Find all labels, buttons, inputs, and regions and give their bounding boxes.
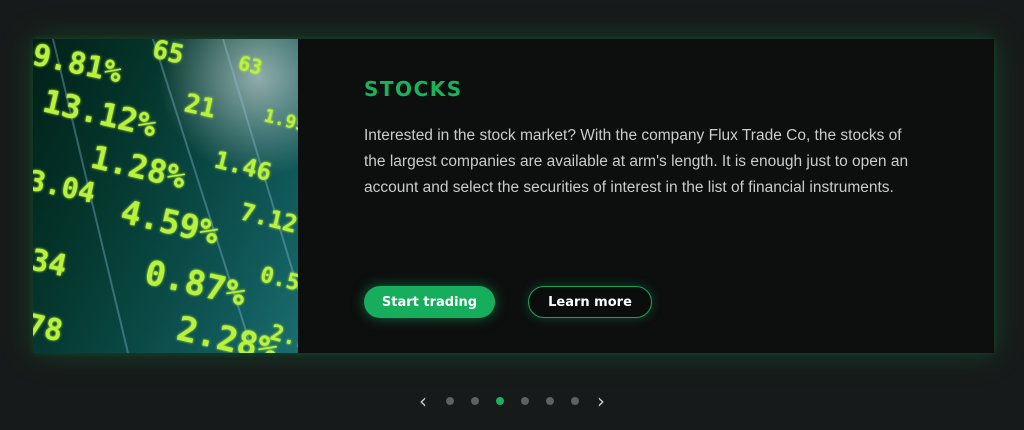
ticker-figure: 7.12 bbox=[238, 198, 298, 239]
slide-content: STOCKS Interested in the stock market? W… bbox=[364, 39, 954, 353]
pager-dot-active[interactable] bbox=[495, 397, 504, 405]
start-trading-button[interactable]: Start trading bbox=[364, 286, 495, 318]
stock-ticker-image: 9.81% 13.12% 1.28% 4.59% 0.87% 2.28% 34 … bbox=[33, 39, 298, 353]
ticker-figure: 13.12% bbox=[39, 82, 161, 145]
pager-dot[interactable] bbox=[520, 397, 529, 405]
chevron-left-icon[interactable]: ‹ bbox=[413, 391, 433, 411]
ticker-figure: 34 bbox=[33, 243, 70, 285]
chevron-right-icon[interactable]: › bbox=[591, 391, 611, 411]
ticker-figure: 65 bbox=[149, 39, 186, 71]
ticker-figure: 1.46 bbox=[212, 146, 275, 187]
ticker-figure: 78 bbox=[33, 308, 66, 350]
ticker-figure: 63 bbox=[236, 51, 265, 80]
slide-description: Interested in the stock market? With the… bbox=[364, 127, 909, 196]
ticker-figure: 0.87% bbox=[141, 253, 250, 315]
ticker-figure: 4.59% bbox=[117, 192, 223, 252]
carousel: 9.81% 13.12% 1.28% 4.59% 0.87% 2.28% 34 … bbox=[0, 0, 1024, 430]
carousel-pager: ‹ › bbox=[0, 391, 1024, 411]
pager-dot[interactable] bbox=[445, 397, 454, 405]
learn-more-button[interactable]: Learn more bbox=[528, 286, 652, 318]
ticker-figure: 21 bbox=[181, 89, 218, 125]
stock-ticker-figures: 9.81% 13.12% 1.28% 4.59% 0.87% 2.28% 34 … bbox=[33, 39, 298, 353]
pager-dot[interactable] bbox=[470, 397, 479, 405]
slide-card: 9.81% 13.12% 1.28% 4.59% 0.87% 2.28% 34 … bbox=[33, 39, 994, 353]
slide-title: STOCKS bbox=[364, 77, 463, 101]
ticker-figure: 2.28% bbox=[173, 309, 282, 353]
ticker-figure: 1.28% bbox=[87, 138, 190, 197]
pager-dot[interactable] bbox=[545, 397, 554, 405]
pager-dot[interactable] bbox=[570, 397, 579, 405]
ticker-figure: 1.95 bbox=[262, 105, 298, 136]
